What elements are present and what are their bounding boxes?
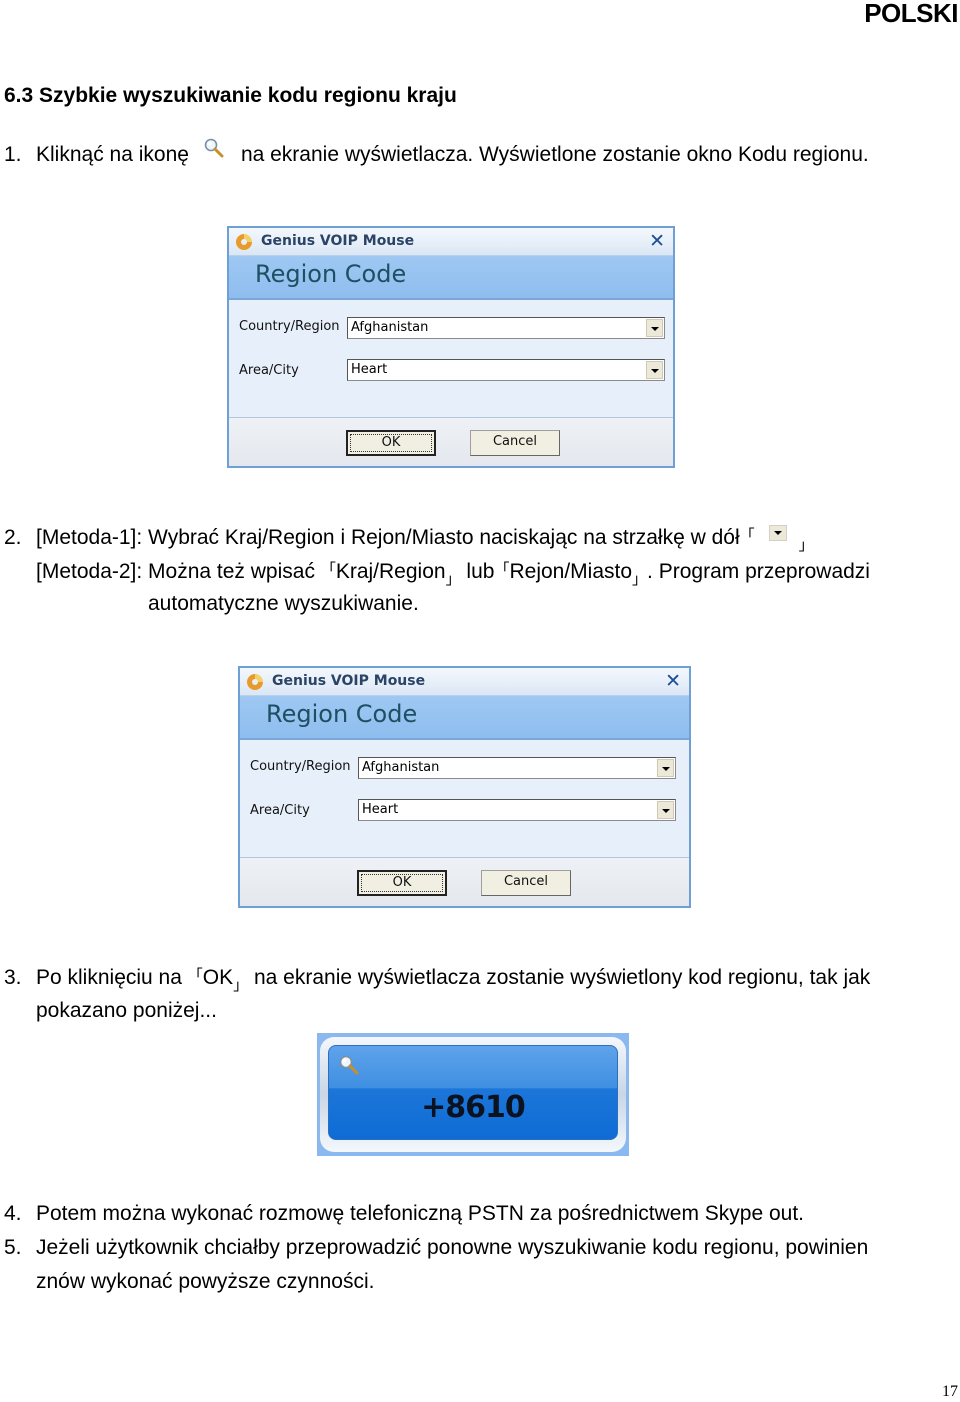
step-3-line-1: 3. Po kliknięciu na 「OK」 na ekranie wyświ… <box>4 964 870 998</box>
country-value: Afghanistan <box>362 760 440 775</box>
bracket-open: 「 <box>320 561 336 578</box>
country-value: Afghanistan <box>351 320 429 335</box>
step-1-text-b: na ekranie wyświetlacza. Wyświetlone zos… <box>240 143 869 166</box>
city-select[interactable]: Heart <box>347 359 665 381</box>
dialog-header: Region Code <box>240 696 689 740</box>
step-2-method-1: [Metoda-1]: Wybrać Kraj/Region i Rejon/M… <box>36 526 740 549</box>
dropdown-arrow-icon <box>768 525 787 541</box>
step-2-line-1: 2. [Metoda-1]: Wybrać Kraj/Region i Rejon… <box>4 524 814 558</box>
cancel-button[interactable]: Cancel <box>470 430 560 456</box>
close-icon[interactable]: ✕ <box>665 670 681 692</box>
bracket-close: 」 <box>233 977 249 994</box>
step-5-line-1: 5. Jeżeli użytkownik chciałby przeprowadz… <box>4 1236 868 1260</box>
display-screen: +8610 <box>328 1045 618 1140</box>
dialog-body: Country/Region Afghanistan Area/City Hea… <box>240 740 689 858</box>
term-city: Rejon/Miasto <box>509 560 633 583</box>
dialog-header-title: Region Code <box>266 700 418 728</box>
country-label: Country/Region <box>239 319 340 334</box>
step-2-line-2: [Metoda-2]: Można też wpisać 「Kraj/Regio… <box>36 558 870 592</box>
dialog-footer: OK Cancel <box>229 418 673 466</box>
magnifier-icon[interactable] <box>338 1054 360 1076</box>
region-code-value: +8610 <box>421 1090 526 1125</box>
chevron-down-icon[interactable] <box>657 759 674 777</box>
bracket-open: 「 <box>494 561 510 578</box>
term-ok: OK <box>202 966 234 989</box>
country-select[interactable]: Afghanistan <box>358 757 676 779</box>
city-value: Heart <box>362 802 399 817</box>
step-5-line-2: znów wykonać powyższe czynności. <box>36 1270 375 1293</box>
app-logo-icon <box>234 232 254 252</box>
term-country: Kraj/Region <box>335 560 446 583</box>
language-label: POLSKI <box>864 0 958 28</box>
dialog-body: Country/Region Afghanistan Area/City Hea… <box>229 300 673 418</box>
ok-button[interactable]: OK <box>357 870 447 896</box>
dialog-titlebar: Genius VOIP Mouse ✕ <box>229 228 673 256</box>
chevron-down-icon[interactable] <box>646 319 663 337</box>
display-frame: +8610 <box>320 1037 626 1152</box>
cancel-button[interactable]: Cancel <box>481 870 571 896</box>
bracket-close: 」 <box>632 571 648 588</box>
city-select[interactable]: Heart <box>358 799 676 821</box>
step-number: 3. <box>4 966 22 989</box>
dialog-titlebar: Genius VOIP Mouse ✕ <box>240 668 689 696</box>
city-label: Area/City <box>239 363 299 378</box>
page-number: 17 <box>942 1383 958 1400</box>
dialog-app-title: Genius VOIP Mouse <box>272 673 426 689</box>
step-4: 4. Potem można wykonać rozmowę telefonicz… <box>4 1202 804 1226</box>
magnifier-icon <box>203 137 225 159</box>
region-code-dialog: Genius VOIP Mouse ✕ Region Code Country/… <box>227 226 675 468</box>
country-select[interactable]: Afghanistan <box>347 317 665 339</box>
conjunction: lub <box>466 560 495 583</box>
bracket-close: 」 <box>798 537 814 554</box>
city-value: Heart <box>351 362 388 377</box>
step-1: 1. Kliknąć na ikonę na ekranie wyświetlacz… <box>4 143 869 167</box>
step-number: 5. <box>4 1236 22 1259</box>
dialog-app-title: Genius VOIP Mouse <box>261 233 415 249</box>
step-2-text-c: . Program przeprowadzi <box>647 560 870 583</box>
ok-button-label: OK <box>350 434 432 452</box>
region-code-display: +8610 <box>317 1033 629 1156</box>
dialog-footer: OK Cancel <box>240 858 689 906</box>
bracket-open: 「 <box>187 967 203 984</box>
ok-button-label: OK <box>361 874 443 892</box>
bracket-open: 「 <box>739 527 755 544</box>
close-icon[interactable]: ✕ <box>649 230 665 252</box>
section-heading: 6.3 Szybkie wyszukiwanie kodu regionu kr… <box>4 84 457 107</box>
bracket-close: 」 <box>445 571 461 588</box>
dialog-header-title: Region Code <box>255 260 407 288</box>
step-3-text-a: Po kliknięciu na <box>36 966 182 989</box>
dialog-header: Region Code <box>229 256 673 300</box>
country-label: Country/Region <box>250 759 351 774</box>
step-1-text-a: Kliknąć na ikonę <box>36 143 189 166</box>
step-2-line-3: automatyczne wyszukiwanie. <box>148 592 419 615</box>
step-number: 1. <box>4 143 22 166</box>
step-number: 2. <box>4 526 22 549</box>
city-label: Area/City <box>250 803 310 818</box>
ok-button[interactable]: OK <box>346 430 436 456</box>
chevron-down-icon[interactable] <box>646 361 663 379</box>
step-5-text: Jeżeli użytkownik chciałby przeprowadzić… <box>36 1236 869 1259</box>
step-2-method-2: [Metoda-2]: Można też wpisać <box>36 560 315 583</box>
step-4-text: Potem można wykonać rozmowę telefoniczną… <box>36 1202 805 1225</box>
chevron-down-icon[interactable] <box>657 801 674 819</box>
step-3-line-2: pokazano poniżej... <box>36 999 217 1022</box>
app-logo-icon <box>245 672 265 692</box>
region-code-dialog: Genius VOIP Mouse ✕ Region Code Country/… <box>238 666 691 908</box>
step-number: 4. <box>4 1202 22 1225</box>
step-3-text-b: na ekranie wyświetlacza zostanie wyświet… <box>253 966 871 989</box>
